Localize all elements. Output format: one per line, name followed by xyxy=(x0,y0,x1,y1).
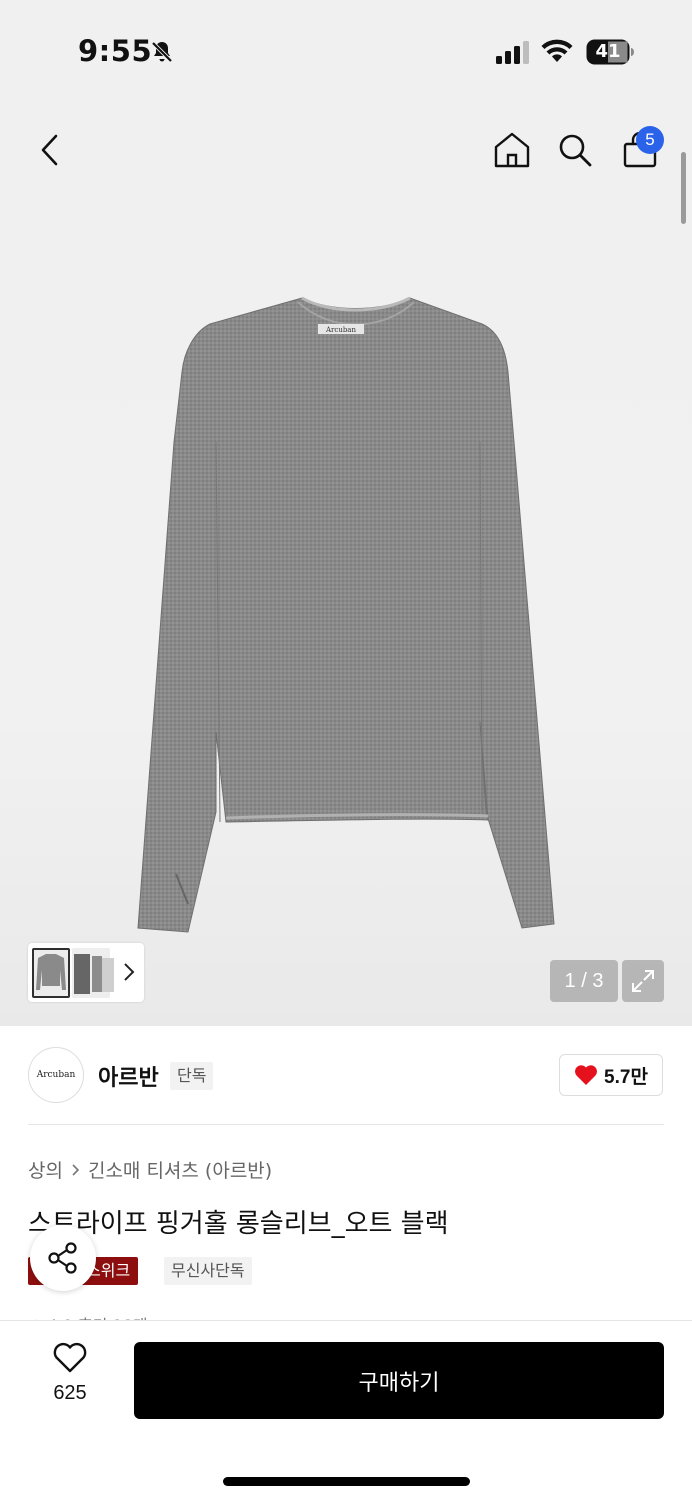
share-button[interactable] xyxy=(30,1225,96,1291)
cellular-signal-icon xyxy=(496,41,529,64)
back-button[interactable] xyxy=(26,126,74,174)
status-bar: 9:55 41 xyxy=(0,0,692,100)
divider xyxy=(28,1124,664,1125)
thumbnail-strip[interactable] xyxy=(28,943,144,1002)
shirt-label: Arcuban xyxy=(325,326,356,334)
image-counter: 1 / 3 xyxy=(550,960,618,1002)
home-icon xyxy=(494,132,530,168)
brand-logo[interactable]: Arcuban xyxy=(28,1047,84,1103)
home-button[interactable] xyxy=(488,126,536,174)
chevron-right-icon[interactable] xyxy=(122,961,136,983)
buy-button[interactable]: 구매하기 xyxy=(134,1342,664,1419)
rating-summary[interactable]: ★ 4.9 후기 18개 xyxy=(28,1312,148,1320)
brand-like-button[interactable]: 5.7만 xyxy=(559,1054,663,1096)
heart-filled-icon xyxy=(575,1065,598,1085)
exclusive-badge: 무신사단독 xyxy=(164,1257,252,1285)
bell-muted-icon xyxy=(151,41,173,63)
brand-like-count: 5.7만 xyxy=(604,1066,648,1088)
product-gallery[interactable]: 9:55 41 5 Arcuban 1 / 3 xyxy=(0,0,692,1026)
brand-logo-text: Arcuban xyxy=(36,1070,76,1080)
battery-icon: 41 xyxy=(586,39,634,65)
wishlist-count: 625 xyxy=(53,1382,87,1404)
heart-outline-icon xyxy=(53,1342,87,1373)
cart-count-badge: 5 xyxy=(636,126,664,154)
battery-level: 41 xyxy=(595,41,621,62)
share-icon xyxy=(48,1242,77,1274)
breadcrumb-item-subcategory[interactable]: 긴소매 티셔츠 (아르반) xyxy=(88,1156,272,1183)
thumbnail-2[interactable] xyxy=(72,948,114,998)
search-button[interactable] xyxy=(551,126,599,174)
chevron-right-icon xyxy=(72,1163,80,1176)
product-image[interactable]: Arcuban xyxy=(130,292,562,944)
product-title: 스트라이프 핑거홀 롱슬리브_오트 블랙 xyxy=(28,1209,449,1239)
wifi-icon xyxy=(541,39,573,62)
brand-name[interactable]: 아르반 xyxy=(98,1060,159,1092)
breadcrumb: 상의 긴소매 티셔츠 (아르반) xyxy=(28,1156,272,1183)
status-time: 9:55 xyxy=(78,34,153,68)
home-indicator[interactable] xyxy=(223,1477,470,1486)
breadcrumb-item-category[interactable]: 상의 xyxy=(28,1156,63,1183)
exclusive-tag: 단독 xyxy=(170,1062,214,1090)
chevron-left-icon xyxy=(41,134,58,166)
search-icon xyxy=(559,134,592,167)
wishlist-button[interactable]: 625 xyxy=(36,1342,104,1418)
expand-icon xyxy=(632,970,654,992)
scrollbar[interactable] xyxy=(681,152,686,224)
thumbnail-1[interactable] xyxy=(32,948,70,998)
fullscreen-button[interactable] xyxy=(622,960,664,1002)
